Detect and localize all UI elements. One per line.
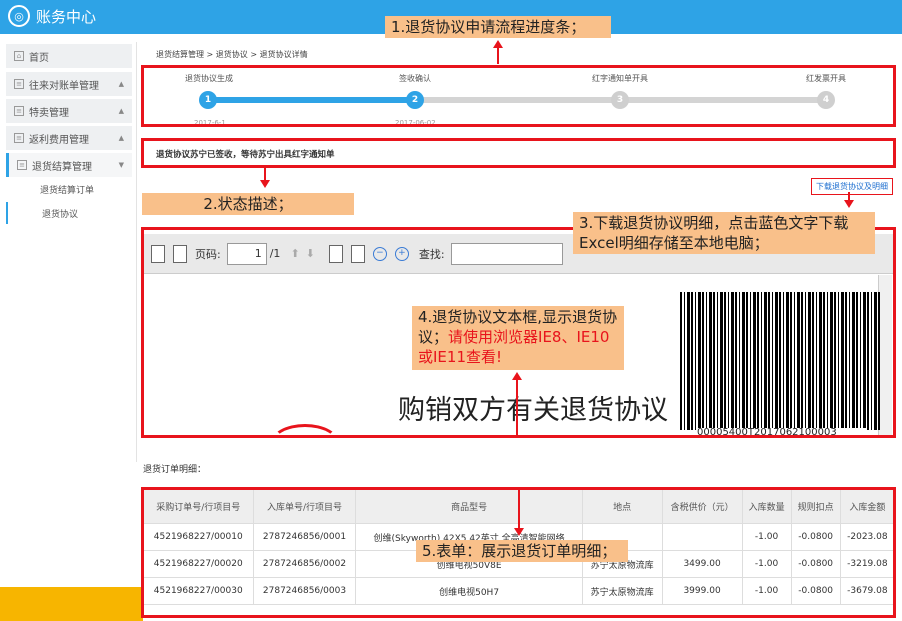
sidebar-item-home[interactable]: ⌂ 首页 — [6, 44, 132, 68]
sidebar-item-special-sales[interactable]: ≡ 特卖管理 ▲ — [6, 99, 132, 123]
sidebar-subitem-return-agreement[interactable]: 退货协议 — [6, 202, 132, 224]
document-icon: ≡ — [14, 133, 24, 143]
arrow-up-icon — [512, 372, 522, 380]
arrow-down-icon — [514, 528, 524, 536]
home-icon: ⌂ — [14, 51, 24, 61]
sidebar-item-statements[interactable]: ≡ 往来对账单管理 ▲ — [6, 72, 132, 96]
chevron-down-icon: ▼ — [118, 161, 124, 169]
chevron-up-icon: ▲ — [118, 107, 124, 115]
download-agreement-link[interactable]: 下载退货协议及明细 — [811, 178, 893, 195]
sidebar-subitem-return-orders[interactable]: 退货结算订单 — [6, 178, 132, 200]
arrow-down-icon — [260, 180, 270, 188]
annotation-note-3: 3.下载退货协议明细，点击蓝色文字下载Excel明细存储至本地电脑； — [573, 212, 875, 254]
sidebar-item-label: 返利费用管理 — [29, 134, 89, 146]
sidebar-item-label: 首页 — [29, 52, 49, 64]
breadcrumb: 退货结算管理 > 退货协议 > 退货协议详情 — [156, 50, 308, 59]
app-logo[interactable]: ◎ 账务中心 — [8, 5, 96, 27]
sidebar-item-label: 特卖管理 — [29, 107, 69, 119]
arrow-down-icon — [844, 200, 854, 208]
chevron-up-icon: ▲ — [118, 134, 124, 142]
arrow-line — [518, 490, 520, 528]
annotation-note-1: 1.退货协议申请流程进度条； — [385, 16, 611, 38]
document-icon: ≡ — [14, 79, 24, 89]
bottom-decoration — [0, 587, 143, 621]
annotation-note-5: 5.表单：展示退货订单明细； — [416, 540, 628, 562]
sidebar-item-returns[interactable]: ≡ 退货结算管理 ▼ — [6, 153, 132, 177]
table-title: 退货订单明细： — [143, 465, 207, 475]
highlight-box-status — [141, 138, 896, 168]
divider — [136, 42, 137, 462]
arrow-up-icon — [493, 40, 503, 48]
app-title: 账务中心 — [36, 7, 97, 26]
highlight-box-progress — [141, 65, 896, 127]
document-icon: ≡ — [14, 106, 24, 116]
sidebar-item-rebates[interactable]: ≡ 返利费用管理 ▲ — [6, 126, 132, 150]
logo-icon: ◎ — [8, 5, 30, 27]
sidebar-item-label: 退货结算管理 — [32, 161, 92, 173]
sidebar-item-label: 往来对账单管理 — [29, 80, 99, 92]
arrow-line — [516, 380, 518, 436]
annotation-note-4: 4.退货协议文本框,显示退货协议；请使用浏览器IE8、IE10或IE11查看! — [412, 306, 624, 370]
annotation-note-2: 2.状态描述； — [142, 193, 354, 215]
chevron-up-icon: ▲ — [118, 80, 124, 88]
document-icon: ≡ — [17, 160, 27, 170]
